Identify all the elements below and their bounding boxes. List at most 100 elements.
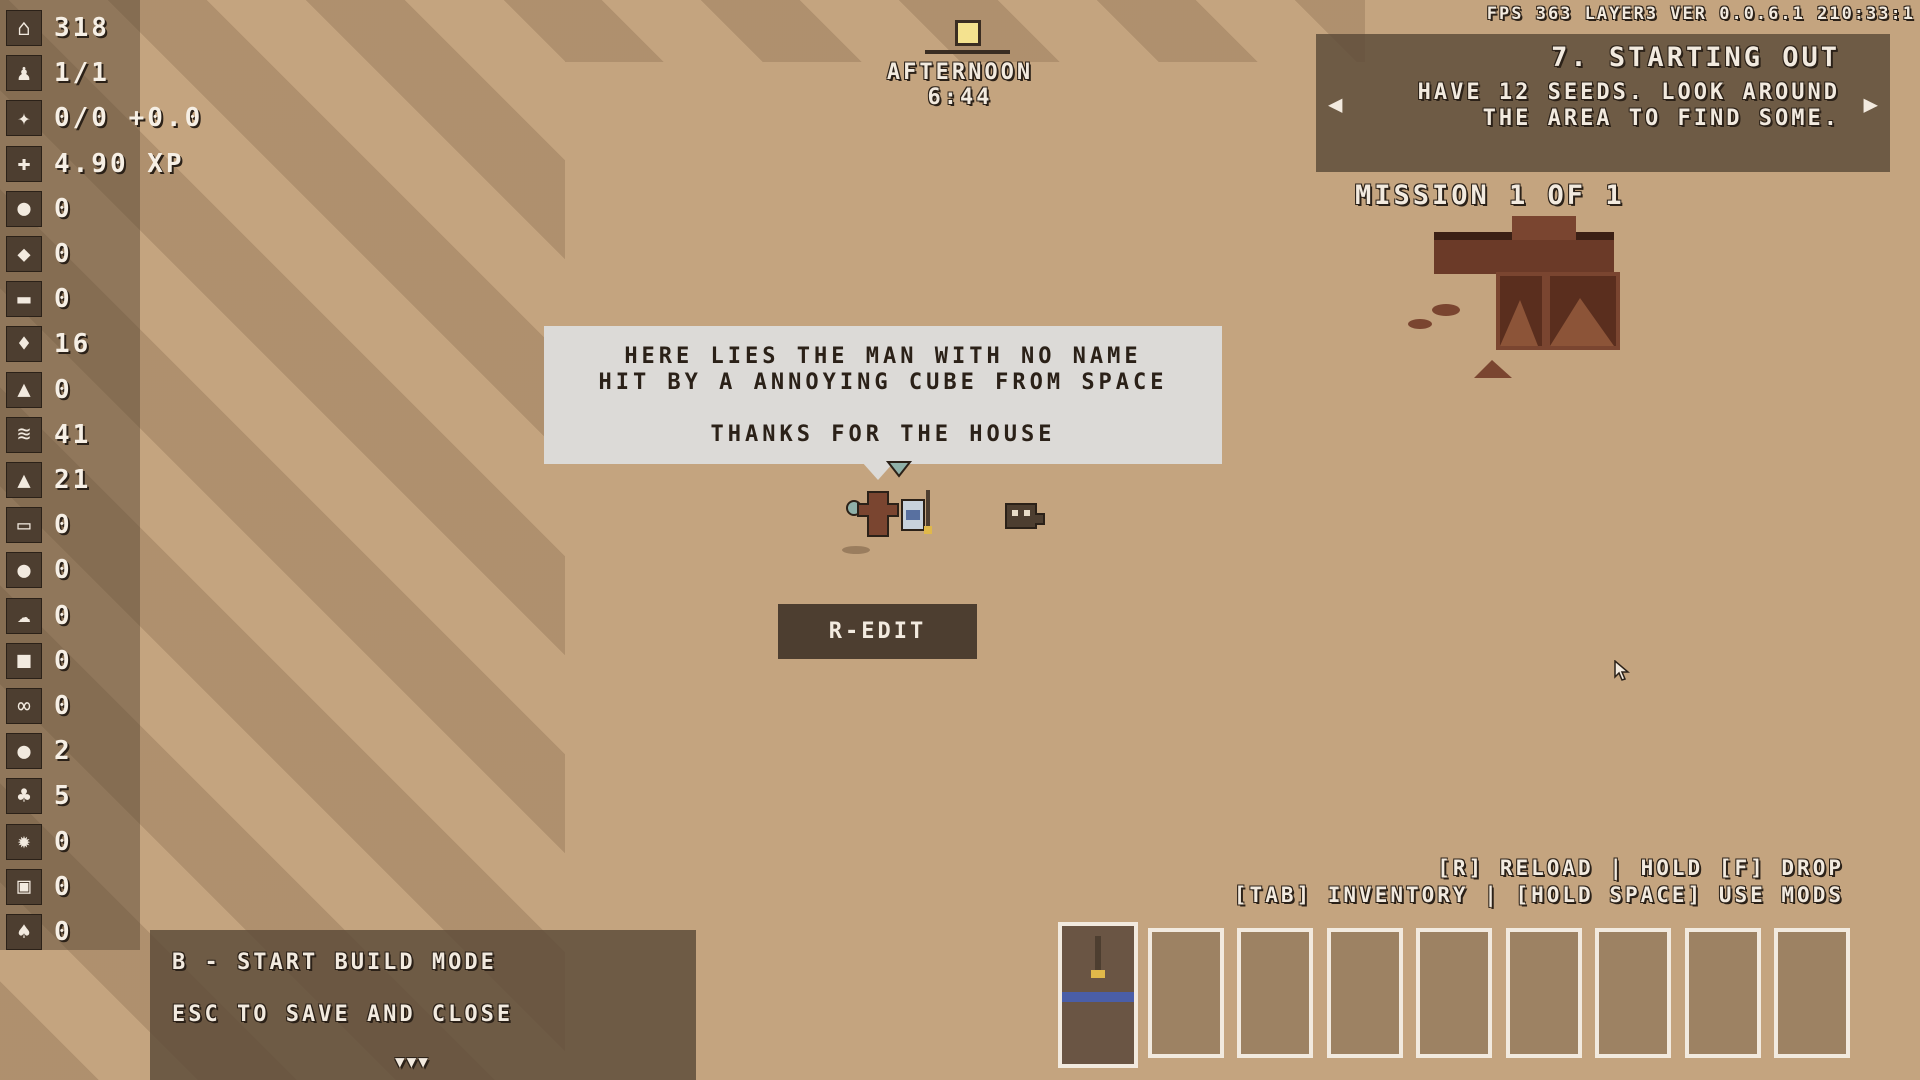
person-icon: ♟ xyxy=(6,55,42,92)
resource-value: 0 xyxy=(54,193,73,224)
resource-sidebar: ⌂ 318 ♟ 1/1 ✦ 0/0 +0.0 ✚ 4.90 XP ● 0 ◆ 0 ▬ 0 ♦ 16 ▲ 0 ≋ 41 ▲… xyxy=(0,0,200,952)
mission-counter: MISSION 1 OF 1 xyxy=(1355,180,1625,211)
house-icon: ⌂ xyxy=(6,10,42,46)
resource-value: 0 xyxy=(54,645,73,676)
hotbar-slot[interactable] xyxy=(1237,928,1313,1058)
resource-row: ♣ 5 xyxy=(6,776,73,816)
resource-value: 0 xyxy=(54,555,73,586)
gear-icon: ✹ xyxy=(6,823,42,860)
resource-value: 0 xyxy=(54,600,73,631)
resource-row: ✹ 0 xyxy=(6,822,73,862)
edit-button[interactable]: R-EDIT xyxy=(778,604,977,659)
mouse-cursor-icon xyxy=(1614,660,1630,681)
gravestone-line-3: THANKS FOR THE HOUSE xyxy=(710,422,1056,447)
next-quest-arrow-icon[interactable]: ▶ xyxy=(1864,90,1878,118)
hotbar-slot[interactable] xyxy=(1595,928,1671,1058)
build-mode-panel: B - START BUILD MODE ESC TO SAVE AND CLO… xyxy=(150,930,696,1080)
resource-value: 1/1 xyxy=(54,58,110,89)
resource-row: ♠ 0 xyxy=(6,912,73,952)
save-close-hint: ESC TO SAVE AND CLOSE xyxy=(172,1002,514,1027)
quest-panel: ◀ 7. STARTING OUT HAVE 12 SEEDS. LOOK AR… xyxy=(1316,34,1890,172)
quest-description: HAVE 12 SEEDS. LOOK AROUND THE AREA TO F… xyxy=(1417,80,1840,131)
dirt-pile-icon: ▲ xyxy=(6,371,42,408)
cloud-icon: ☁ xyxy=(6,597,42,634)
seed-icon: ♠ xyxy=(6,914,42,950)
wood-icon: ≋ xyxy=(6,416,42,453)
meat-icon: ◆ xyxy=(6,236,42,272)
hotbar-slot[interactable] xyxy=(1326,928,1403,1058)
resource-value: 0 xyxy=(54,826,73,857)
quest-title: 7. STARTING OUT xyxy=(1551,42,1840,73)
resource-row: ● 2 xyxy=(6,731,73,771)
hotbar-slot[interactable] xyxy=(1416,928,1492,1058)
resource-row: ☁ 0 xyxy=(6,596,73,636)
resource-row: ♦ 16 xyxy=(6,324,91,364)
resource-row: ◆ 0 xyxy=(6,234,73,274)
resource-row: ▭ 0 xyxy=(6,505,73,545)
hotbar-slot-selected[interactable] xyxy=(1058,922,1138,1068)
gravestone xyxy=(857,491,899,537)
coin-icon: ● xyxy=(6,190,42,227)
hotbar-slot[interactable] xyxy=(1774,928,1850,1058)
resource-value: 0 xyxy=(54,917,73,947)
sun-icon xyxy=(955,20,981,46)
resource-row: ✦ 0/0 +0.0 xyxy=(6,98,203,138)
water-drop-icon: ♦ xyxy=(6,326,42,363)
horizon-line xyxy=(925,50,1010,54)
resource-value: 21 xyxy=(54,465,92,495)
resource-row: ∞ 0 xyxy=(6,686,73,726)
sparkle-icon: ✦ xyxy=(6,100,42,137)
rope-icon: ∞ xyxy=(6,688,42,724)
gravestone-dialog: HERE LIES THE MAN WITH NO NAME HIT BY A … xyxy=(544,326,1222,464)
expand-more-icon[interactable]: ▼▼▼ xyxy=(395,1052,430,1071)
build-mode-hint: B - START BUILD MODE xyxy=(172,950,497,975)
controls-line-1: [R] RELOAD | HOLD [F] DROP xyxy=(1437,856,1844,880)
controls-hint: [R] RELOAD | HOLD [F] DROP [TAB] INVENTO… xyxy=(1234,855,1844,909)
gravestone-line-1: HERE LIES THE MAN WITH NO NAME xyxy=(624,344,1142,369)
resource-value: 0 xyxy=(54,374,73,405)
resource-row: ▬ 0 xyxy=(6,279,73,319)
status-bar: FPS 363 LAYER3 VER 0.0.6.1 210:33:1 xyxy=(1486,4,1915,24)
resource-row: ♟ 1/1 xyxy=(6,53,110,93)
time-of-day: AFTERNOON 6:44 xyxy=(870,60,1050,110)
resource-value: 4.90 XP xyxy=(54,148,185,179)
resource-row: ✚ 4.90 XP xyxy=(6,144,185,184)
resource-value: 0 xyxy=(54,284,73,315)
resource-value: 2 xyxy=(54,736,73,767)
resource-row: ▲ 0 xyxy=(6,370,73,410)
hotbar-slot[interactable] xyxy=(1505,928,1582,1058)
resource-value: 0/0 +0.0 xyxy=(54,103,204,134)
resource-value: 5 xyxy=(54,781,73,812)
resource-row: ■ 0 xyxy=(6,641,73,681)
stone-icon: ▲ xyxy=(6,462,42,498)
leaf-icon: ♣ xyxy=(6,778,42,815)
characters-group xyxy=(842,461,1045,554)
xp-icon: ✚ xyxy=(6,145,42,182)
resource-value: 0 xyxy=(54,239,73,269)
chip-icon: ▣ xyxy=(6,868,42,905)
resource-row: ≋ 41 xyxy=(6,415,91,455)
torch-icon xyxy=(1062,936,1134,1002)
resource-row: ▲ 21 xyxy=(6,460,91,500)
resource-row: ▣ 0 xyxy=(6,867,73,907)
time-period: AFTERNOON xyxy=(886,60,1034,85)
resource-value: 16 xyxy=(54,329,92,360)
resource-value: 0 xyxy=(54,691,73,721)
leather-icon: ■ xyxy=(6,642,42,679)
ruined-house xyxy=(1408,216,1620,378)
acorn-icon: ● xyxy=(6,733,42,770)
gravestone-line-2: HIT BY A ANNOYING CUBE FROM SPACE xyxy=(598,370,1168,395)
resource-row: ● 0 xyxy=(6,189,73,229)
hotbar-slot[interactable] xyxy=(1147,928,1224,1058)
resource-value: 318 xyxy=(54,13,110,43)
resource-row: ⌂ 318 xyxy=(6,8,110,48)
hotbar-slot[interactable] xyxy=(1684,928,1761,1058)
marker-icon xyxy=(885,461,913,478)
pink-orb-icon: ● xyxy=(6,552,42,589)
plank-icon: ▭ xyxy=(6,507,42,544)
previous-quest-arrow-icon[interactable]: ◀ xyxy=(1328,90,1342,118)
resource-value: 0 xyxy=(54,871,73,902)
controls-line-2: [TAB] INVENTORY | [HOLD SPACE] USE MODS xyxy=(1233,883,1844,907)
resource-value: 0 xyxy=(54,510,73,541)
resource-row: ● 0 xyxy=(6,550,73,590)
